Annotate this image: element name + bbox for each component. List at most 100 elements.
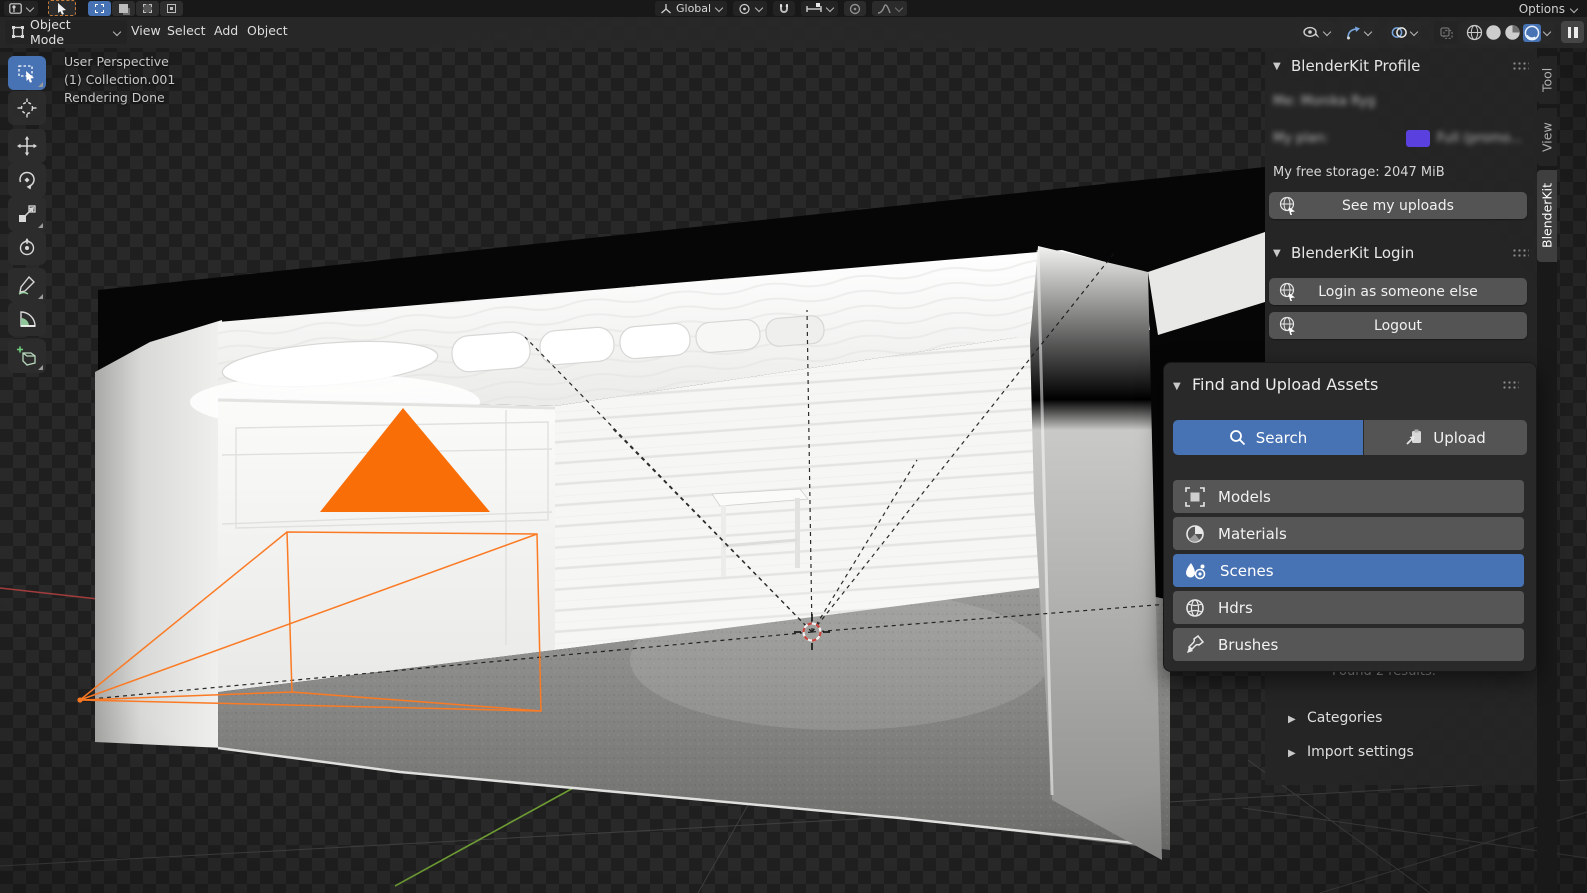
tool-transform[interactable]: [8, 231, 46, 265]
storage-line: My free storage: 2047 MiB: [1273, 165, 1445, 180]
view-perspective-label: User Perspective: [64, 54, 169, 69]
rotate-icon: [19, 171, 35, 190]
shading-wireframe-icon[interactable]: [1466, 24, 1483, 41]
scale-icon: [19, 205, 36, 222]
menu-add[interactable]: Add: [214, 23, 238, 38]
select-mode-set[interactable]: [88, 1, 111, 16]
asset-type-models[interactable]: Models: [1173, 480, 1524, 513]
mode-select-value: Object Mode: [30, 17, 71, 47]
select-mode-extend[interactable]: [112, 1, 135, 16]
tool-rotate[interactable]: [8, 163, 46, 197]
panel-drag-grip-icon[interactable]: [1512, 248, 1529, 257]
annotate-pencil-icon: [18, 275, 35, 295]
tool-annotate[interactable]: [8, 268, 46, 302]
login-as-someone-else-button[interactable]: Login as someone else: [1269, 278, 1527, 305]
transform-icon: [19, 238, 35, 256]
see-my-uploads-button[interactable]: See my uploads: [1269, 192, 1527, 219]
tool-scale[interactable]: [8, 197, 46, 231]
tool-select-box[interactable]: [8, 56, 46, 90]
select-mode-subtract[interactable]: [136, 1, 159, 16]
shading-material-icon[interactable]: [1504, 24, 1521, 41]
panel-drag-grip-icon[interactable]: [1502, 380, 1519, 389]
upload-icon: [1406, 429, 1422, 445]
object-visibility-dropdown[interactable]: [1299, 21, 1334, 44]
shading-solid-icon[interactable]: [1485, 24, 1502, 41]
materials-icon: [1186, 524, 1204, 543]
snap-toggle-button[interactable]: [773, 1, 796, 16]
menu-view[interactable]: View: [131, 23, 161, 38]
menu-object[interactable]: Object: [247, 23, 288, 38]
expand-triangle-icon[interactable]: ▶: [1288, 714, 1296, 725]
search-icon: [1229, 430, 1245, 446]
tool-measure[interactable]: [8, 302, 46, 336]
shading-rendered-active[interactable]: [1523, 23, 1541, 42]
expand-triangle-icon[interactable]: ▶: [1288, 748, 1296, 759]
tab-tool[interactable]: Tool: [1537, 56, 1557, 104]
object-mode-icon: [12, 26, 24, 38]
select-mode-group: [88, 1, 183, 16]
plan-color-swatch[interactable]: [1406, 130, 1430, 147]
asset-type-hdrs[interactable]: Hdrs: [1173, 591, 1524, 624]
collapse-triangle-icon[interactable]: ▼: [1273, 248, 1281, 259]
logout-button[interactable]: Logout: [1269, 312, 1527, 339]
tool-move[interactable]: [8, 129, 46, 163]
cursor-arrow-icon: [58, 2, 66, 15]
transform-snap-cluster: Global: [655, 1, 908, 16]
tool-cursor[interactable]: [8, 91, 46, 125]
pivot-point-select[interactable]: [733, 1, 768, 16]
falloff-select[interactable]: [872, 1, 908, 16]
assets-panel-title[interactable]: Find and Upload Assets: [1192, 375, 1378, 394]
find-upload-assets-panel: ▼ Find and Upload Assets Search Upload M…: [1163, 362, 1537, 672]
import-settings-section[interactable]: Import settings: [1307, 744, 1414, 760]
login-as-someone-else-label: Login as someone else: [1318, 283, 1478, 300]
proportional-editing-button[interactable]: [844, 1, 867, 16]
login-panel-title[interactable]: BlenderKit Login: [1291, 244, 1414, 262]
chevron-down-icon: [1570, 6, 1577, 13]
asset-type-materials[interactable]: Materials: [1173, 517, 1524, 550]
tab-view[interactable]: View: [1537, 108, 1557, 166]
tool-add-primitive[interactable]: [8, 339, 46, 373]
chevron-down-icon: [715, 5, 722, 12]
visibility-eye-icon: [1303, 26, 1320, 38]
cursor-3d-icon: [17, 98, 37, 118]
pause-icon: [1567, 26, 1571, 38]
falloff-curve-icon: [878, 3, 891, 14]
asset-type-scenes[interactable]: Scenes: [1173, 554, 1524, 587]
options-label: Options: [1518, 2, 1565, 16]
viewport-header: Object Mode View Select Add Object: [0, 17, 1587, 48]
asset-type-brushes[interactable]: Brushes: [1173, 628, 1524, 661]
plan-label: My plan:: [1273, 131, 1329, 146]
room-left-outer-wall: [95, 320, 224, 748]
profile-panel-title[interactable]: BlenderKit Profile: [1291, 57, 1420, 75]
overlays-dropdown[interactable]: [1387, 21, 1421, 44]
select-mode-invert[interactable]: [160, 1, 183, 16]
snap-target-icon: [806, 2, 822, 12]
active-tool-button[interactable]: [48, 0, 76, 16]
tab-search[interactable]: Search: [1173, 420, 1363, 455]
render-status-label: Rendering Done: [64, 90, 165, 105]
snap-magnet-icon: [780, 3, 789, 13]
panel-drag-grip-icon[interactable]: [1512, 61, 1529, 70]
tab-blenderkit[interactable]: BlenderKit: [1537, 170, 1557, 262]
collapse-triangle-icon[interactable]: ▼: [1273, 61, 1281, 72]
menu-select[interactable]: Select: [167, 23, 206, 38]
editor-type-button[interactable]: [4, 1, 38, 16]
gizmos-dropdown[interactable]: [1342, 21, 1375, 44]
tab-upload[interactable]: Upload: [1364, 420, 1527, 455]
orientation-axes-icon: [661, 3, 671, 13]
categories-section[interactable]: Categories: [1307, 710, 1382, 726]
options-button[interactable]: Options: [1519, 2, 1577, 16]
add-cube-icon: [17, 346, 36, 366]
xray-toggle[interactable]: [1434, 21, 1458, 44]
blender-window: Global Options Object Mode View Select A…: [0, 0, 1587, 893]
asset-type-label: Materials: [1218, 524, 1287, 543]
orientation-value: Global: [676, 2, 712, 15]
snap-target-select[interactable]: [801, 1, 839, 16]
mode-select[interactable]: Object Mode: [5, 17, 127, 47]
asset-type-label: Brushes: [1218, 635, 1279, 654]
transform-orientation-select[interactable]: Global: [655, 1, 728, 16]
see-my-uploads-label: See my uploads: [1342, 197, 1454, 214]
sidebar-tab-strip: Tool View BlenderKit: [1537, 48, 1557, 893]
pause-button[interactable]: [1561, 21, 1584, 43]
collapse-triangle-icon[interactable]: ▼: [1173, 381, 1181, 392]
